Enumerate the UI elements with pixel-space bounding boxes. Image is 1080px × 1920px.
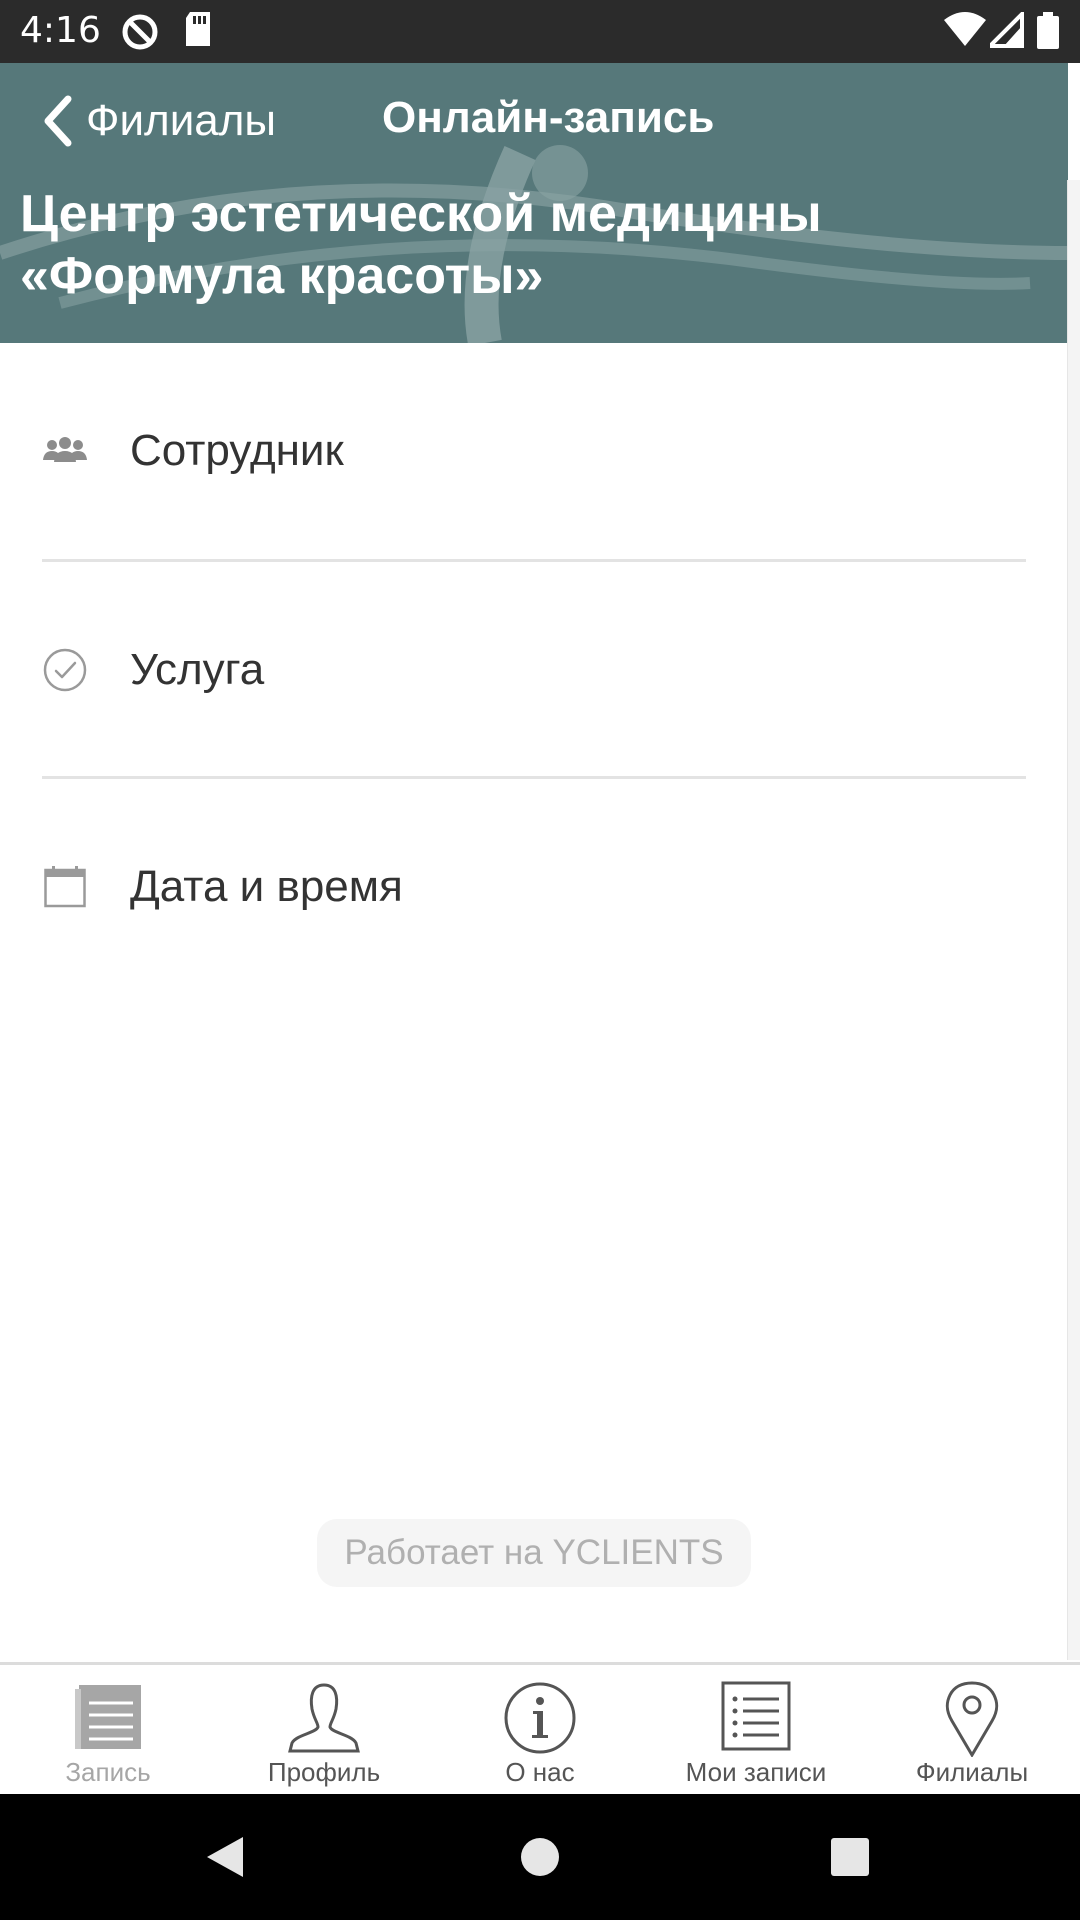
tab-booking[interactable]: Запись xyxy=(0,1665,216,1797)
nav-back-button[interactable] xyxy=(195,1794,255,1920)
row-date-time-label: Дата и время xyxy=(130,862,403,911)
calendar-icon xyxy=(42,864,88,910)
no-disturb-icon xyxy=(122,14,158,50)
row-date-time[interactable]: Дата и время xyxy=(42,779,1026,995)
location-pin-icon xyxy=(945,1681,999,1757)
list-icon xyxy=(721,1681,791,1751)
tab-about-label: О нас xyxy=(505,1757,575,1787)
booking-icon xyxy=(75,1685,141,1749)
tab-branches-label: Филиалы xyxy=(915,1757,1029,1787)
organization-name: Центр эстетической медицины «Формула кра… xyxy=(20,185,822,305)
row-employee-label: Сотрудник xyxy=(130,426,344,475)
row-service-label: Услуга xyxy=(130,645,265,694)
status-time: 4:16 xyxy=(20,10,101,51)
tab-booking-label: Запись xyxy=(65,1757,151,1787)
powered-by-badge[interactable]: Работает на YCLIENTS xyxy=(317,1519,751,1587)
info-icon xyxy=(504,1682,576,1754)
nav-recents-button[interactable] xyxy=(820,1794,880,1920)
people-icon xyxy=(42,428,88,474)
back-button[interactable]: Филиалы xyxy=(40,91,276,151)
system-nav-bar xyxy=(0,1794,1080,1920)
scroll-edge xyxy=(1067,180,1080,1660)
triangle-back-icon xyxy=(207,1837,243,1877)
page-title: Онлайн-запись xyxy=(382,93,715,142)
status-bar: 4:16 xyxy=(0,0,1080,63)
row-service[interactable]: Услуга xyxy=(42,562,1026,778)
row-employee[interactable]: Сотрудник xyxy=(42,343,1026,559)
tab-my-bookings[interactable]: Мои записи xyxy=(648,1665,864,1797)
tab-branches[interactable]: Филиалы xyxy=(864,1665,1080,1797)
check-circle-icon xyxy=(42,647,88,693)
nav-home-button[interactable] xyxy=(510,1794,570,1920)
circle-home-icon xyxy=(521,1838,559,1876)
sd-card-icon xyxy=(186,12,210,46)
battery-icon xyxy=(1037,12,1059,49)
header: Филиалы Онлайн-запись Центр эстетической… xyxy=(0,63,1068,343)
tab-my-bookings-label: Мои записи xyxy=(685,1757,827,1787)
profile-icon xyxy=(288,1683,360,1753)
square-recents-icon xyxy=(831,1838,869,1876)
tab-bar: Запись Профиль О нас Мои записи Филиалы xyxy=(0,1662,1080,1797)
tab-profile-label: Профиль xyxy=(267,1757,381,1787)
wifi-icon xyxy=(944,12,986,46)
back-button-label: Филиалы xyxy=(86,96,277,145)
signal-icon xyxy=(990,12,1024,48)
tab-profile[interactable]: Профиль xyxy=(216,1665,432,1797)
tab-about[interactable]: О нас xyxy=(432,1665,648,1797)
chevron-left-icon xyxy=(44,95,72,147)
